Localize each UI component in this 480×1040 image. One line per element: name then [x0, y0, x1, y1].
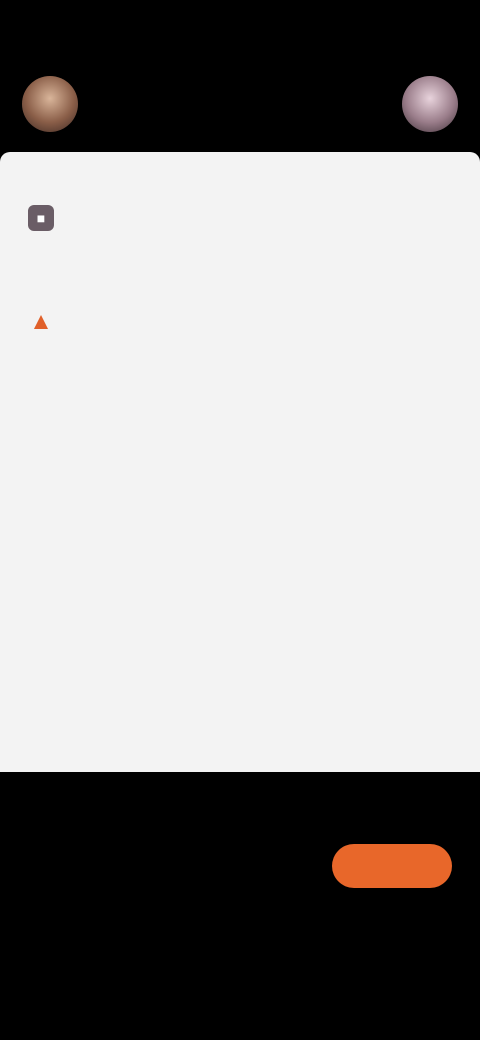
detail-row: [28, 482, 452, 528]
status-bar: [0, 0, 480, 56]
detail-card: ■ ▲: [0, 152, 480, 772]
right-avatar[interactable]: [402, 76, 458, 132]
group-header-1: ■: [28, 196, 452, 240]
confirm-button[interactable]: [332, 844, 452, 888]
detail-row: [28, 574, 452, 620]
detail-row: [28, 528, 452, 574]
warning-icon: ▲: [29, 308, 53, 335]
app-header: [0, 56, 480, 152]
detail-row: [28, 390, 452, 436]
bottom-panel: [0, 772, 480, 1040]
bottom-row: [28, 896, 452, 956]
detail-row: [28, 240, 452, 286]
bottom-row: [28, 956, 452, 1016]
item-icon: ■: [28, 205, 54, 231]
group-header-2: ▲: [28, 300, 452, 344]
detail-row: [28, 436, 452, 482]
bottom-row: [28, 836, 452, 896]
left-avatar[interactable]: [22, 76, 78, 132]
detail-row: [28, 344, 452, 390]
